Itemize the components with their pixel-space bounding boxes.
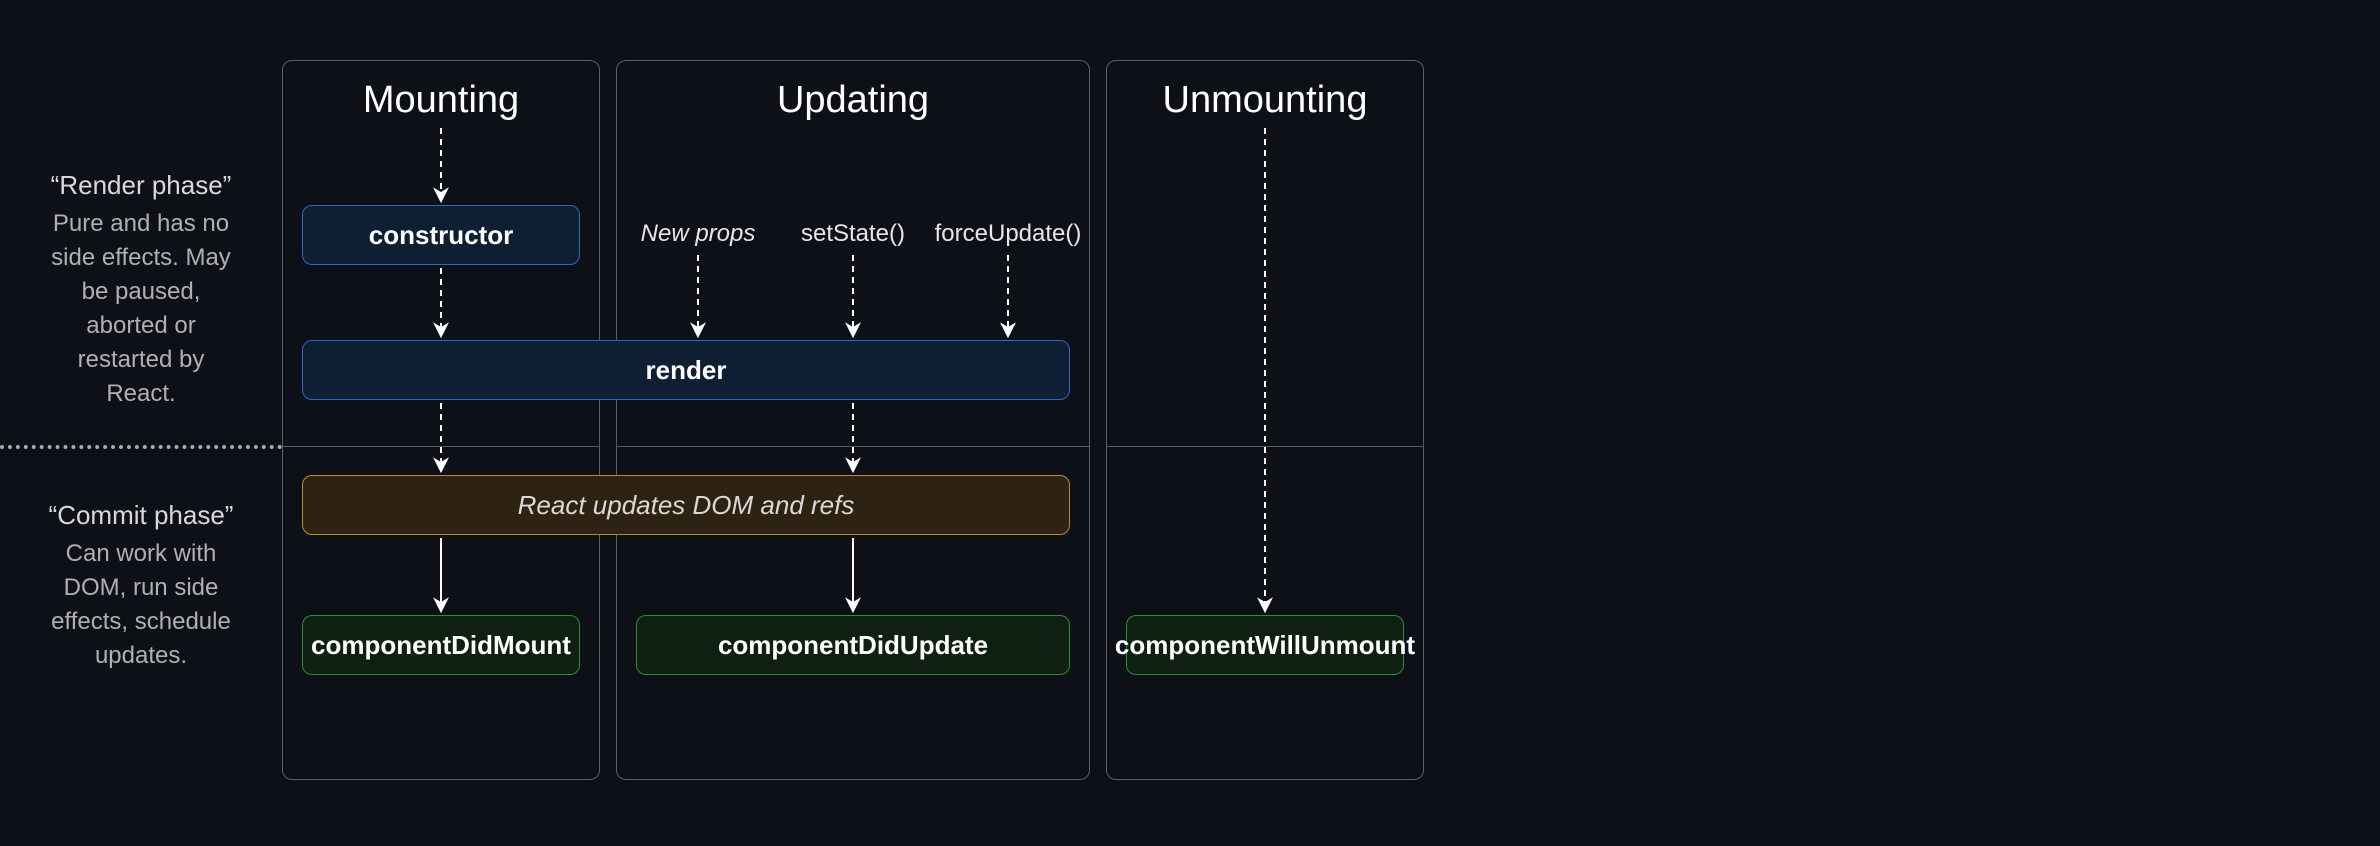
trigger-new-props: New props	[641, 220, 756, 248]
trigger-set-state: setState()	[801, 220, 905, 248]
box-component-did-update: componentDidUpdate	[636, 615, 1070, 675]
column-updating-heading: Updating	[617, 79, 1089, 122]
column-mounting-divider	[283, 446, 599, 447]
box-constructor-label: constructor	[369, 220, 513, 251]
box-constructor: constructor	[302, 205, 580, 265]
box-component-did-mount: componentDidMount	[302, 615, 580, 675]
box-render-label: render	[646, 355, 727, 386]
box-render: render	[302, 340, 1070, 400]
box-dom-update: React updates DOM and refs	[302, 475, 1070, 535]
box-did-mount-label: componentDidMount	[311, 630, 571, 661]
trigger-force-update: forceUpdate()	[935, 220, 1082, 248]
column-unmounting-divider	[1107, 446, 1423, 447]
box-component-will-unmount: componentWillUnmount	[1126, 615, 1404, 675]
phase-sidebar: “Render phase” Pure and has no side effe…	[0, 0, 282, 780]
render-phase-title: “Render phase”	[40, 170, 242, 201]
box-did-update-label: componentDidUpdate	[718, 630, 988, 661]
box-dom-update-label: React updates DOM and refs	[518, 490, 855, 521]
commit-phase-label: “Commit phase” Can work with DOM, run si…	[0, 500, 282, 673]
box-will-unmount-label: componentWillUnmount	[1115, 630, 1415, 661]
column-mounting-heading: Mounting	[283, 79, 599, 122]
lifecycle-diagram: “Render phase” Pure and has no side effe…	[0, 0, 2380, 846]
render-phase-label: “Render phase” Pure and has no side effe…	[0, 170, 282, 411]
commit-phase-title: “Commit phase”	[40, 500, 242, 531]
render-phase-desc: Pure and has no side effects. May be pau…	[40, 207, 242, 411]
column-unmounting-heading: Unmounting	[1107, 79, 1423, 122]
commit-phase-desc: Can work with DOM, run side effects, sch…	[40, 537, 242, 673]
phase-divider-dotted	[0, 445, 282, 449]
column-updating-divider	[617, 446, 1089, 447]
